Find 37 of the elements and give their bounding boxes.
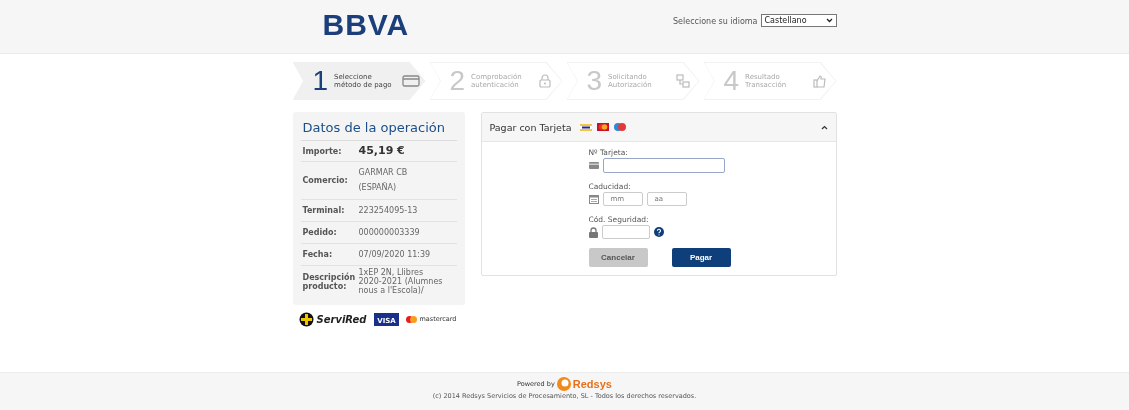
field-label: Terminal:: [302, 205, 346, 215]
collapse-icon[interactable]: [820, 124, 828, 130]
card-logo-icon: [614, 123, 627, 131]
help-icon[interactable]: [653, 227, 664, 237]
field-label: Comercio:: [302, 176, 349, 185]
redsys-logo: Redsys: [572, 378, 612, 390]
mastercard-icon: [406, 315, 418, 323]
field-value: 223254095-13: [358, 204, 419, 217]
lock-icon: [588, 226, 598, 238]
servired-logo: ServiRed: [316, 313, 367, 325]
field-label: Importe:: [302, 146, 343, 156]
servired-logo-icon: [298, 311, 314, 327]
field-value: 1xEP 2N, Llibres 2020-2021 (Alumnes nous a l'Escola)/: [358, 269, 444, 296]
security-code-field[interactable]: [601, 225, 650, 239]
card-number-field[interactable]: [602, 158, 725, 173]
card-title: Datos de la operación: [300, 116, 457, 141]
field-label: Pedido:: [302, 227, 338, 237]
language-label: Seleccione su idioma: [673, 16, 758, 26]
card-icon: [402, 75, 421, 87]
language-select[interactable]: Castellano: [760, 14, 837, 27]
panel-title: Pagar con Tarjeta: [489, 121, 572, 133]
field-value: 07/09/2020 11:39: [358, 249, 432, 262]
transfer-icon: [676, 74, 691, 88]
field-value: GARMAR CB (ESPAÑA): [358, 167, 409, 195]
card-logo-icon: [597, 123, 610, 131]
pay-button[interactable]: Pagar: [671, 248, 731, 267]
field-label: Descripción producto:: [302, 273, 357, 292]
field-value: 000000003339: [358, 226, 421, 239]
card-logo-icon: [580, 123, 593, 131]
lock-icon: [539, 74, 552, 88]
field-value: 45,19 €: [358, 144, 406, 159]
redsys-logo-icon: [556, 377, 571, 391]
field-label: Fecha:: [302, 250, 334, 260]
bank-logo: BBVA: [322, 8, 410, 42]
thumbs-up-icon: [813, 74, 828, 88]
calendar-icon: [588, 194, 599, 204]
card-icon: [588, 162, 599, 169]
